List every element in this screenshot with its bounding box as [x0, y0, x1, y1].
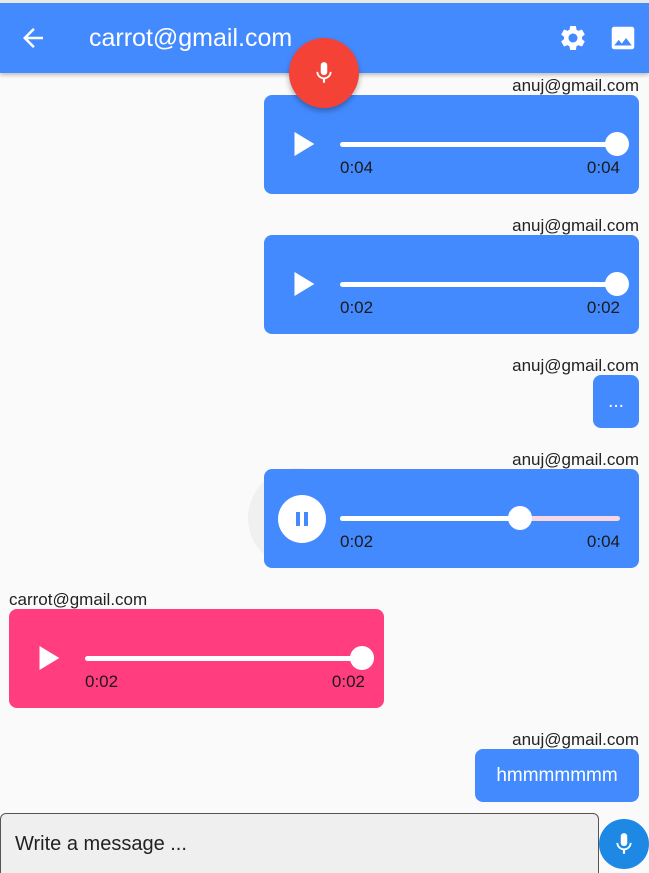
record-button[interactable]: [289, 38, 359, 108]
message-input[interactable]: Write a message ...: [0, 813, 599, 873]
text-message: hmmmmmmm: [475, 749, 639, 802]
audio-message: 0:02 0:02: [264, 235, 639, 334]
pause-icon: [296, 512, 308, 526]
audio-current-time: 0:02: [340, 532, 374, 551]
audio-slider-handle[interactable]: [350, 646, 374, 670]
play-icon[interactable]: [286, 267, 320, 301]
message-sender: anuj@gmail.com: [512, 450, 639, 469]
audio-current-time: 0:04: [340, 158, 374, 177]
play-icon[interactable]: [31, 641, 65, 675]
audio-slider-handle[interactable]: [508, 506, 532, 530]
audio-message: 0:02 0:02: [9, 609, 384, 708]
arrow-back-icon[interactable]: [18, 23, 48, 53]
audio-duration: 0:04: [586, 532, 620, 551]
image-icon[interactable]: [608, 23, 638, 53]
message-sender: anuj@gmail.com: [512, 76, 639, 95]
audio-duration: 0:02: [331, 672, 365, 691]
audio-progress-bar[interactable]: [85, 656, 365, 661]
page-title: carrot@gmail.com: [89, 24, 293, 52]
mic-icon: [616, 833, 632, 854]
play-icon[interactable]: [286, 127, 320, 161]
audio-slider-handle[interactable]: [605, 272, 629, 296]
message-input-placeholder: Write a message ...: [15, 833, 187, 855]
audio-duration: 0:02: [586, 298, 620, 317]
audio-progress-bar[interactable]: [340, 516, 520, 521]
audio-slider-handle[interactable]: [605, 132, 629, 156]
message-sender: anuj@gmail.com: [512, 356, 639, 375]
audio-progress-bar[interactable]: [340, 142, 620, 147]
audio-message: 0:04 0:04: [264, 95, 639, 194]
message-sender: anuj@gmail.com: [512, 730, 639, 749]
message-sender: anuj@gmail.com: [512, 216, 639, 235]
pause-button[interactable]: [278, 495, 326, 543]
voice-message-button[interactable]: [599, 819, 649, 869]
text-message: ...: [593, 375, 639, 428]
audio-current-time: 0:02: [85, 672, 119, 691]
audio-current-time: 0:02: [340, 298, 374, 317]
message-sender: carrot@gmail.com: [9, 590, 148, 609]
audio-duration: 0:04: [586, 158, 620, 177]
mic-icon: [316, 62, 332, 83]
gear-icon[interactable]: [558, 23, 588, 53]
audio-progress-bar[interactable]: [340, 282, 620, 287]
audio-message: 0:02 0:04: [264, 469, 639, 568]
